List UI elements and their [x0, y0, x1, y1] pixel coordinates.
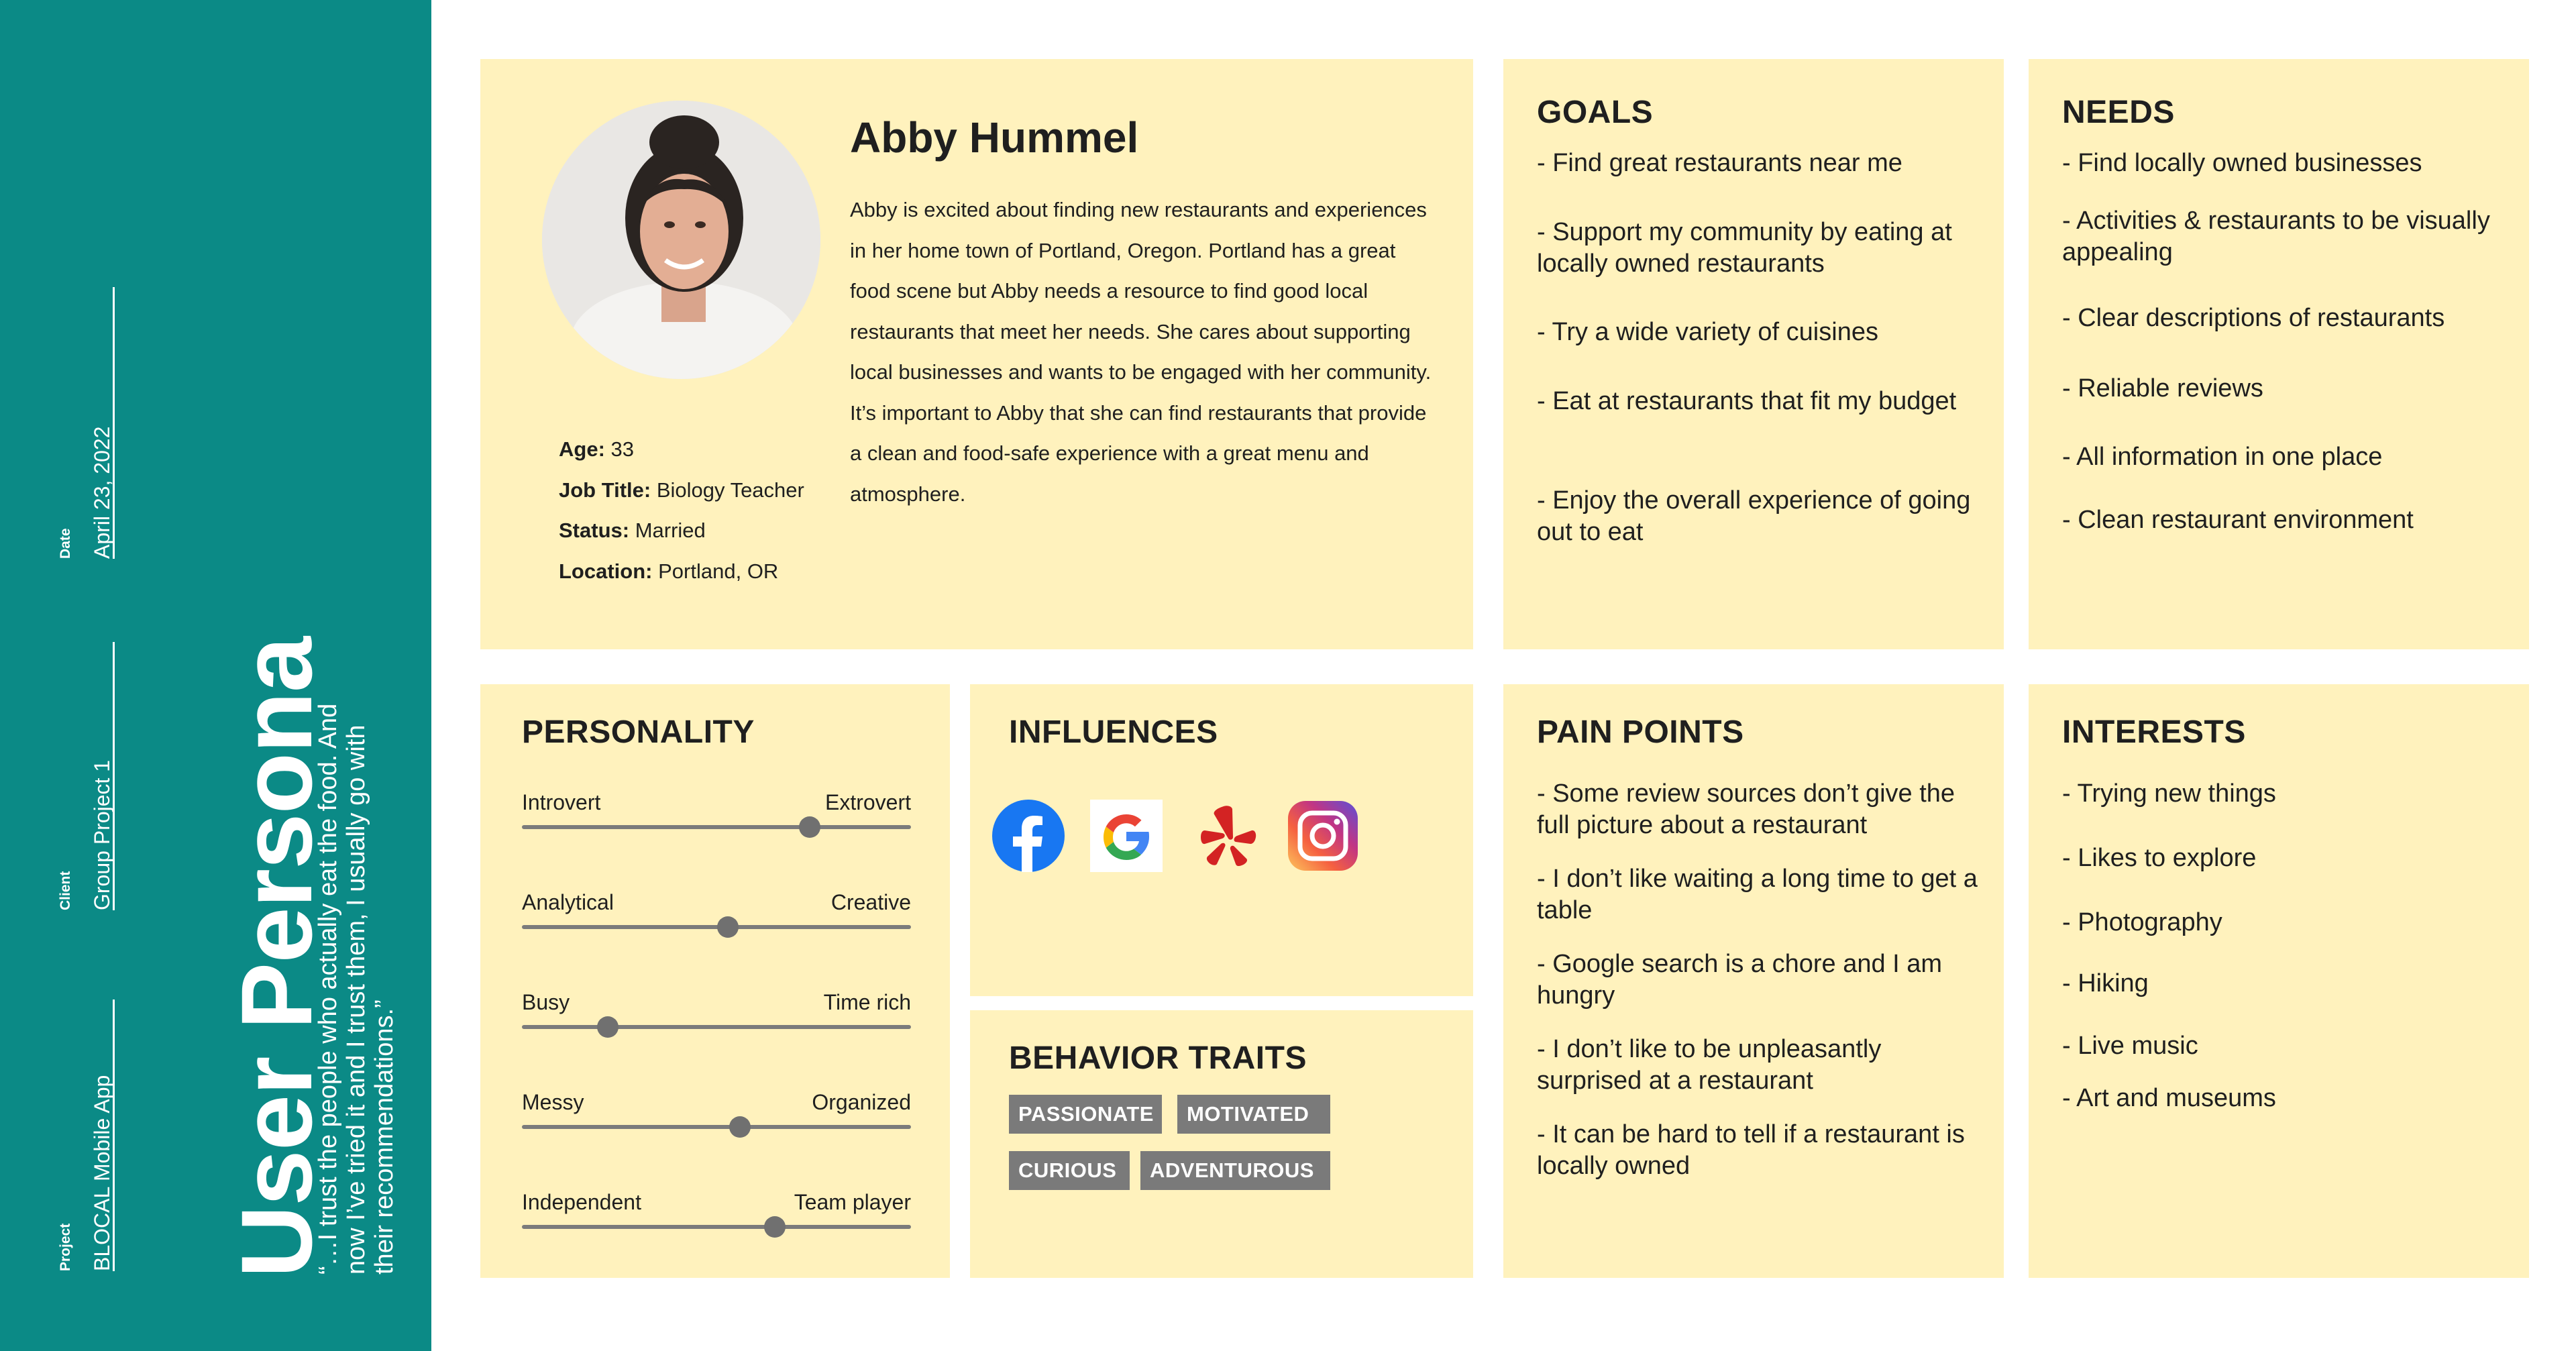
fact-job-label: Job Title: — [559, 478, 651, 502]
yelp-icon[interactable] — [1193, 800, 1265, 872]
fact-status-label: Status: — [559, 519, 630, 542]
slider-left-label: Independent — [522, 1190, 641, 1214]
personality-card: PERSONALITY — [480, 684, 950, 1278]
slider-knob[interactable] — [596, 1016, 619, 1038]
interest-item: - Hiking — [2062, 969, 2149, 997]
fact-location-label: Location: — [559, 559, 653, 583]
slider-track[interactable] — [522, 1225, 911, 1229]
slider-left-label: Messy — [522, 1090, 584, 1114]
interests-card: INTERESTS - Trying new things - Likes to… — [2029, 684, 2529, 1278]
fact-location-value: Portland, OR — [658, 559, 779, 583]
needs-card: NEEDS - Find locally owned businesses - … — [2029, 59, 2529, 649]
slider-left-label: Analytical — [522, 890, 614, 914]
fact-age-value: 33 — [610, 437, 634, 461]
instagram-icon[interactable] — [1287, 800, 1359, 872]
interest-item: - Photography — [2062, 908, 2222, 936]
avatar-illustration — [542, 101, 820, 379]
trait-tag: MOTIVATED — [1177, 1095, 1330, 1134]
fact-age: Age: 33 — [559, 429, 804, 470]
needs-item: - Activities & restaurants to be visuall… — [2062, 207, 2490, 266]
client-label: Client — [58, 871, 73, 910]
persona-facts: Age: 33 Job Title: Biology Teacher Statu… — [559, 429, 804, 592]
needs-item: - All information in one place — [2062, 443, 2383, 471]
pain-point-item: - Google search is a chore and I am hung… — [1537, 950, 1943, 1010]
goals-item: - Find great restaurants near me — [1537, 149, 1902, 177]
fact-job: Job Title: Biology Teacher — [559, 470, 804, 511]
persona-quote: “…I trust the people who actually eat th… — [314, 703, 398, 1275]
sidebar: Project BLOCAL Mobile App Client Group P… — [0, 0, 431, 1351]
persona-bio: Abby is excited about finding new restau… — [850, 198, 1432, 506]
goals-item: - Eat at restaurants that fit my budget — [1537, 387, 1957, 415]
slider-independent-teamplayer[interactable]: Independent Team player — [522, 1190, 911, 1238]
slider-right-label: Team player — [794, 1190, 911, 1214]
interest-item: - Likes to explore — [2062, 844, 2257, 872]
fact-age-label: Age: — [559, 437, 605, 461]
slider-track[interactable] — [522, 1125, 911, 1129]
slider-right-label: Time rich — [823, 990, 911, 1014]
slider-track[interactable] — [522, 925, 911, 929]
project-divider — [113, 999, 115, 1271]
slider-knob[interactable] — [764, 1216, 786, 1238]
fact-status-value: Married — [635, 519, 706, 542]
slider-knob[interactable] — [729, 1116, 751, 1138]
needs-item: - Clean restaurant environment — [2062, 506, 2414, 534]
needs-title: NEEDS — [2062, 95, 2175, 130]
slider-messy-organized[interactable]: Messy Organized — [522, 1090, 911, 1138]
slider-right-label: Creative — [830, 890, 911, 914]
date-value: April 23, 2022 — [90, 426, 114, 559]
interests-title: INTERESTS — [2062, 714, 2246, 750]
avatar — [542, 101, 820, 379]
fact-location: Location: Portland, OR — [559, 551, 804, 592]
pain-point-item: - Some review sources don’t give the ful… — [1537, 779, 1955, 839]
date-divider — [113, 287, 115, 559]
interest-item: - Trying new things — [2062, 779, 2276, 808]
trait-tag: CURIOUS — [1009, 1151, 1130, 1190]
slider-track[interactable] — [522, 825, 911, 829]
client-value: Group Project 1 — [90, 759, 114, 910]
project-label: Project — [58, 1223, 73, 1271]
behavior-card: BEHAVIOR TRAITS — [970, 1010, 1473, 1278]
slider-analytical-creative[interactable]: Analytical Creative — [522, 890, 911, 938]
facebook-icon[interactable] — [992, 800, 1065, 872]
personality-title: PERSONALITY — [522, 714, 755, 750]
slider-track[interactable] — [522, 1025, 911, 1029]
slider-left-label: Introvert — [522, 790, 601, 814]
behavior-title: BEHAVIOR TRAITS — [1009, 1040, 1307, 1076]
persona-name: Abby Hummel — [850, 113, 1139, 162]
google-icon[interactable] — [1090, 800, 1163, 872]
trait-tag: ADVENTUROUS — [1140, 1151, 1330, 1190]
pain-point-item: - I don’t like waiting a long time to ge… — [1537, 865, 1978, 924]
goals-item: - Enjoy the overall experience of going … — [1537, 486, 1971, 546]
slider-left-label: Busy — [522, 990, 570, 1014]
pain-point-item: - It can be hard to tell if a restaurant… — [1537, 1120, 1965, 1180]
trait-tag: PASSIONATE — [1009, 1095, 1162, 1134]
slider-knob[interactable] — [799, 816, 821, 838]
interest-item: - Live music — [2062, 1032, 2198, 1060]
interest-item: - Art and museums — [2062, 1084, 2276, 1112]
project-value: BLOCAL Mobile App — [90, 1075, 114, 1271]
slider-right-label: Organized — [812, 1090, 911, 1114]
pain-points-card: PAIN POINTS - Some review sources don’t … — [1503, 684, 2004, 1278]
needs-item: - Find locally owned businesses — [2062, 149, 2422, 177]
needs-item: - Reliable reviews — [2062, 374, 2263, 402]
pain-point-item: - I don’t like to be unpleasantly surpri… — [1537, 1035, 1882, 1095]
slider-right-label: Extrovert — [824, 790, 911, 814]
goals-item: - Support my community by eating at loca… — [1537, 218, 1952, 278]
needs-item: - Clear descriptions of restaurants — [2062, 304, 2445, 332]
pain-points-title: PAIN POINTS — [1537, 714, 1744, 750]
date-label: Date — [58, 528, 73, 559]
goals-title: GOALS — [1537, 95, 1654, 130]
client-divider — [113, 642, 115, 910]
goals-item: - Try a wide variety of cuisines — [1537, 318, 1878, 346]
fact-status: Status: Married — [559, 510, 804, 551]
slider-busy-timerich[interactable]: Busy Time rich — [522, 990, 911, 1038]
fact-job-value: Biology Teacher — [656, 478, 804, 502]
influences-title: INFLUENCES — [1009, 714, 1218, 750]
slider-introvert-extrovert[interactable]: Introvert Extrovert — [522, 790, 911, 838]
goals-card: GOALS - Find great restaurants near me -… — [1503, 59, 2004, 649]
